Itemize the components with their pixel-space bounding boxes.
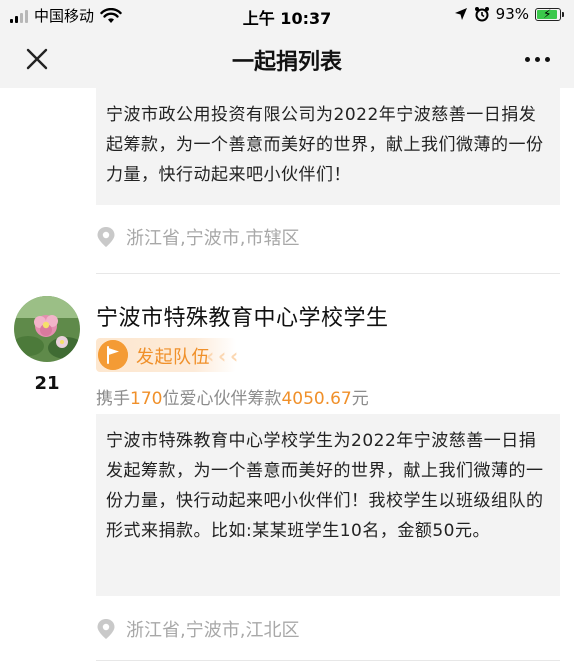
team-badge: ‹ ‹ ‹ 发起队伍 bbox=[96, 338, 256, 372]
location-arrow-icon bbox=[454, 8, 467, 20]
stats-prefix: 携手 bbox=[96, 389, 130, 409]
partner-count: 170 bbox=[130, 389, 163, 409]
location-text: 浙江省,宁波市,市辖区 bbox=[126, 228, 300, 249]
donation-feed[interactable]: 宁波市政公用投资有限公司为2022年宁波慈善一日捐发起筹款，为一个善意而美好的世… bbox=[0, 88, 574, 666]
battery-icon: ⚡ bbox=[535, 7, 561, 21]
nav-bar: 一起捐列表 bbox=[0, 30, 574, 88]
avatar-image bbox=[14, 296, 80, 362]
amount: 4050.67 bbox=[281, 389, 352, 409]
message-text: 宁波市特殊教育中心学校学生为2022年宁波慈善一日捐发起筹款，为一个善意而美好的… bbox=[106, 431, 544, 541]
location-text: 浙江省,宁波市,江北区 bbox=[126, 620, 300, 641]
flag-icon bbox=[98, 340, 128, 370]
location-pin-icon bbox=[97, 227, 115, 247]
team-name[interactable]: 宁波市特殊教育中心学校学生 bbox=[96, 300, 389, 332]
stats-middle: 位爱心伙伴筹款 bbox=[162, 389, 282, 409]
battery-cap bbox=[562, 11, 564, 17]
message-text: 宁波市政公用投资有限公司为2022年宁波慈善一日捐发起筹款，为一个善意而美好的世… bbox=[106, 105, 544, 185]
alarm-icon bbox=[474, 7, 489, 22]
location-row: 浙江省,宁波市,市辖区 bbox=[96, 224, 299, 250]
location-pin-icon bbox=[97, 619, 115, 639]
status-bar: 中国移动 上午 10:37 93% ⚡ bbox=[0, 0, 574, 30]
donation-message: 宁波市特殊教育中心学校学生为2022年宁波慈善一日捐发起筹款，为一个善意而美好的… bbox=[96, 414, 560, 596]
divider bbox=[96, 273, 560, 274]
donation-stats: 携手170位爱心伙伴筹款4050.67元 bbox=[96, 384, 369, 409]
rank-number: 21 bbox=[34, 373, 60, 394]
stats-suffix: 元 bbox=[351, 389, 369, 409]
battery-percent: 93% bbox=[495, 5, 529, 23]
page-title: 一起捐列表 bbox=[231, 50, 342, 75]
divider bbox=[96, 660, 560, 661]
more-icon[interactable] bbox=[525, 57, 550, 62]
avatar[interactable] bbox=[14, 296, 80, 362]
donation-message: 宁波市政公用投资有限公司为2022年宁波慈善一日捐发起筹款，为一个善意而美好的世… bbox=[96, 88, 560, 205]
badge-label: 发起队伍 bbox=[136, 347, 210, 368]
location-row: 浙江省,宁波市,江北区 bbox=[96, 616, 299, 642]
status-bar-right: 93% ⚡ bbox=[454, 5, 564, 23]
